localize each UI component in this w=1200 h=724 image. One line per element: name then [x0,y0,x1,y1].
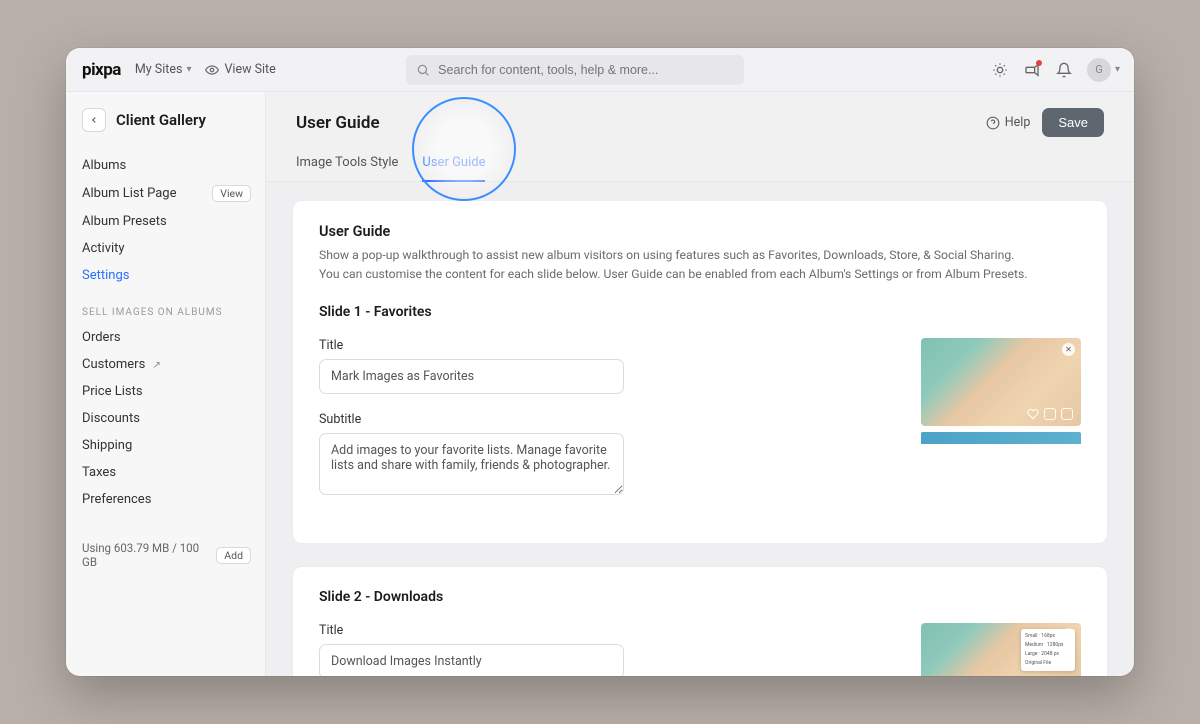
slide1-title-label: Title [319,338,875,353]
card-desc-line2: You can customise the content for each s… [319,265,1081,284]
nav-preferences[interactable]: Preferences [82,486,251,513]
user-guide-card: User Guide Show a pop-up walkthrough to … [292,200,1108,544]
back-button[interactable] [82,108,106,132]
theme-toggle-icon[interactable] [991,61,1009,79]
eye-icon [205,63,219,77]
sidebar-title: Client Gallery [116,111,206,129]
section-label-sell: SELL IMAGES ON ALBUMS [82,307,251,318]
card-desc-line1: Show a pop-up walkthrough to assist new … [319,246,1081,265]
slide2-heading: Slide 2 - Downloads [319,589,1081,605]
slide2-title-label: Title [319,623,875,638]
chevron-left-icon [89,115,99,125]
brand-logo: pixpa [82,60,121,80]
storage-usage-text: Using 603.79 MB / 100 GB [82,541,206,569]
slide1-subtitle-label: Subtitle [319,412,875,427]
save-button[interactable]: Save [1042,108,1104,137]
chevron-down-icon: ▾ [186,64,191,75]
view-site-link[interactable]: View Site [205,62,275,77]
slide2-card: Slide 2 - Downloads Title ✕ [292,566,1108,676]
nav-taxes[interactable]: Taxes [82,459,251,486]
add-storage-button[interactable]: Add [216,547,251,564]
slide2-preview-image: ✕ Small · 168px Medium · 1280px Large · … [921,623,1081,676]
share-icon [1061,408,1073,420]
nav-orders[interactable]: Orders [82,324,251,351]
view-site-label: View Site [224,62,275,77]
tab-image-tools-style[interactable]: Image Tools Style [296,149,398,181]
search-icon [416,63,430,77]
close-icon: ✕ [1062,343,1075,356]
chevron-down-icon: ▾ [1115,64,1120,75]
tab-user-guide[interactable]: User Guide [422,149,485,182]
nav-albums[interactable]: Albums [82,152,251,179]
download-size-popup: Small · 168px Medium · 1280px Large · 20… [1021,629,1075,671]
my-sites-label: My Sites [135,62,183,77]
slide1-preview-strip [921,432,1081,444]
nav-activity[interactable]: Activity [82,235,251,262]
search-bar[interactable] [406,55,744,85]
nav-discounts[interactable]: Discounts [82,405,251,432]
slide1-title-input[interactable] [319,359,624,394]
nav-customers[interactable]: Customers ↗ [82,351,251,378]
my-sites-menu[interactable]: My Sites ▾ [135,62,192,77]
search-input[interactable] [438,63,734,77]
slide1-subtitle-input[interactable] [319,433,624,495]
notification-dot [1036,60,1042,66]
nav-album-list-page[interactable]: Album List Page View [82,179,251,208]
nav-album-presets[interactable]: Album Presets [82,208,251,235]
view-pill[interactable]: View [212,185,251,202]
nav-settings[interactable]: Settings [82,262,251,289]
external-link-icon: ↗ [153,360,161,371]
announcements-icon[interactable] [1023,61,1041,79]
nav-price-lists[interactable]: Price Lists [82,378,251,405]
nav-shipping[interactable]: Shipping [82,432,251,459]
card-title: User Guide [319,223,1081,240]
slide2-title-input[interactable] [319,644,624,676]
help-icon [986,116,1000,130]
download-icon [1044,408,1056,420]
account-menu[interactable]: G ▾ [1087,58,1120,82]
help-link[interactable]: Help [986,115,1031,130]
page-title: User Guide [296,113,380,133]
avatar: G [1087,58,1111,82]
slide1-heading: Slide 1 - Favorites [319,304,1081,320]
bell-icon[interactable] [1055,61,1073,79]
heart-icon [1027,408,1039,420]
slide1-preview-image: ✕ [921,338,1081,426]
